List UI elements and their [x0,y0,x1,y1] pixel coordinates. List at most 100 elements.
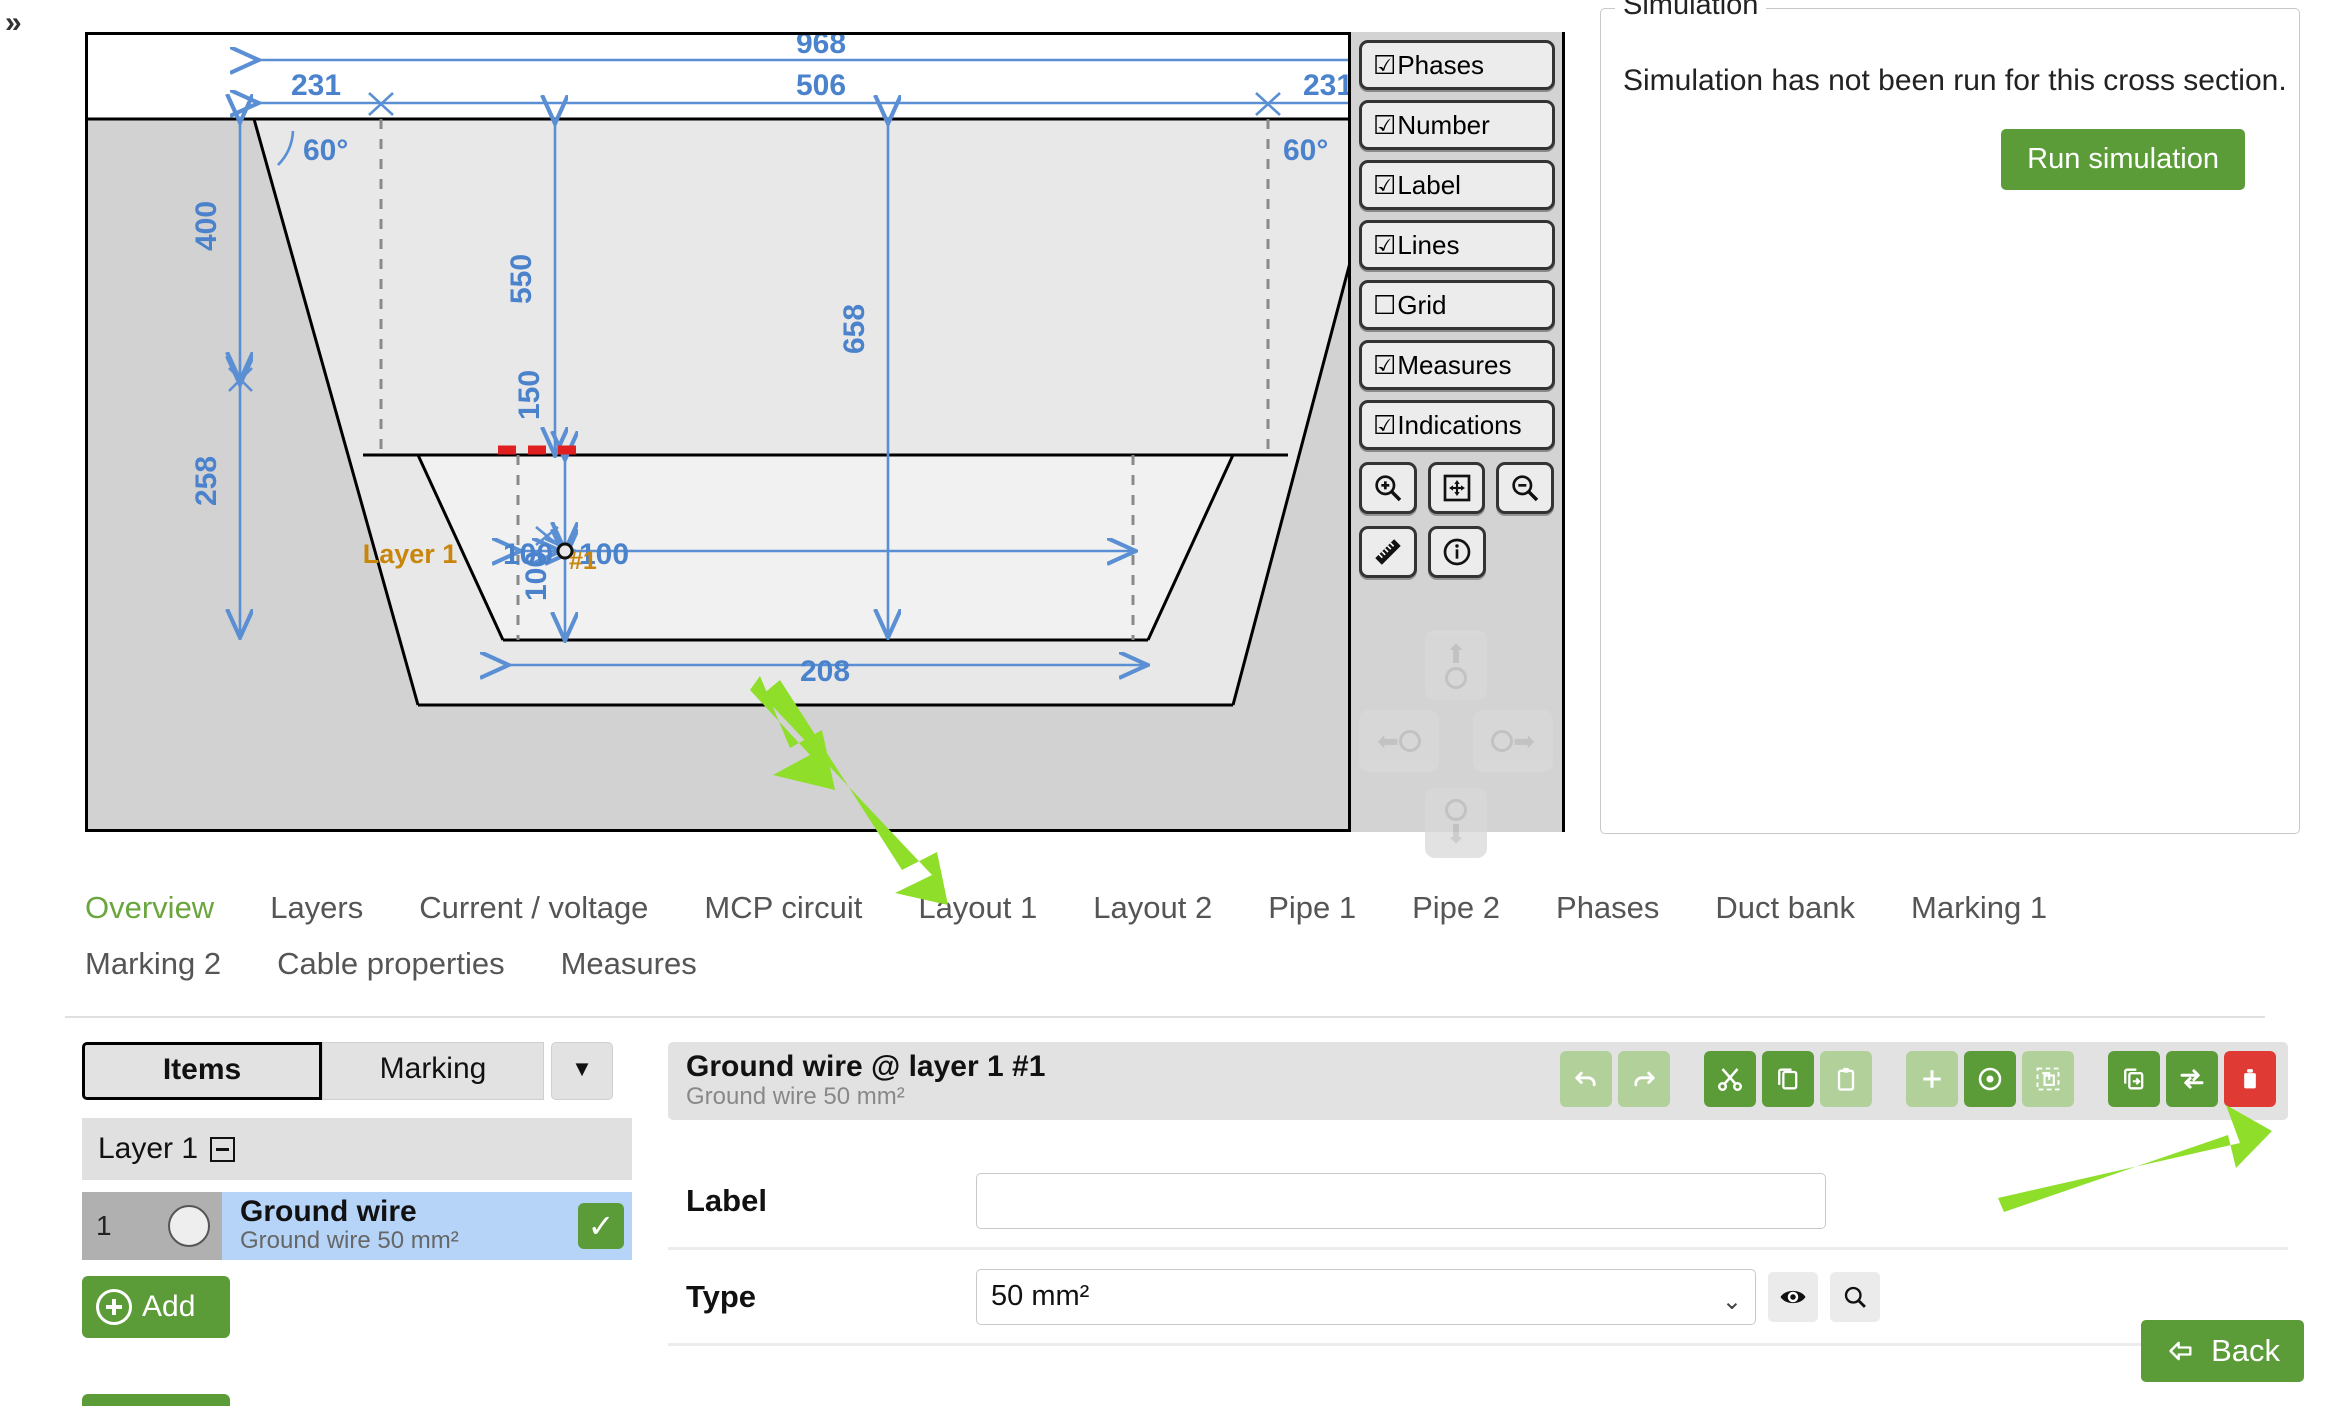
pan-right-icon: ➡ [1513,726,1535,756]
scissors-icon [1718,1068,1742,1091]
item-detail-panel: Ground wire @ layer 1 #1 Ground wire 50 … [668,1042,2288,1346]
items-dropdown-caret-icon[interactable]: ▼ [551,1042,613,1100]
plus-circle-icon [96,1289,132,1325]
tab-marking[interactable]: Marking [322,1042,544,1100]
delete-button[interactable] [2224,1051,2276,1107]
fit-selection-button[interactable] [2022,1051,2074,1107]
tab-phases[interactable]: Phases [1556,880,1659,936]
svg-text:968: 968 [796,35,846,60]
field-row-label: Label [668,1154,2288,1250]
checkbox-phases-icon: ☑ [1373,50,1397,80]
tab-mcp-circuit[interactable]: MCP circuit [704,880,862,936]
tab-row-2: Marking 2 Cable properties Measures [85,936,2235,992]
checkbox-lines-icon: ☑ [1373,230,1397,260]
ruler-button[interactable] [1359,526,1417,578]
center-button[interactable] [1964,1051,2016,1107]
tab-pipe-2[interactable]: Pipe 2 [1412,880,1500,936]
tab-divider [65,1016,2265,1018]
list-item[interactable]: 1 Ground wire Ground wire 50 mm² ✓ [82,1192,632,1260]
run-simulation-button[interactable]: Run simulation [2001,129,2245,190]
svg-text:60°: 60° [1283,134,1328,167]
item-shape-swatch [168,1205,210,1247]
pan-down-button[interactable]: ⬇ [1425,788,1487,858]
redo-button[interactable] [1618,1051,1670,1107]
back-button[interactable]: Back [2141,1320,2304,1382]
tab-marking-2[interactable]: Marking 2 [85,936,221,992]
copy-button[interactable] [1762,1051,1814,1107]
measure-tool-row [1359,526,1554,578]
item-index-cell: 1 [82,1192,222,1260]
eye-icon [1780,1290,1806,1303]
toggle-number[interactable]: ☑Number [1359,100,1555,150]
tab-overview[interactable]: Overview [85,880,214,936]
layer-group-label: Layer 1 [98,1132,199,1165]
item-detail-subtitle: Ground wire 50 mm² [686,1083,905,1111]
pan-down-icon: ⬇ [1445,819,1467,849]
tab-measures[interactable]: Measures [561,936,697,992]
toggle-label[interactable]: ☑Label [1359,160,1555,210]
add-item-button[interactable]: Add [82,1276,230,1338]
tab-duct-bank[interactable]: Duct bank [1715,880,1855,936]
toggle-indications[interactable]: ☑Indications [1359,400,1555,450]
duplicate-button[interactable] [2108,1051,2160,1107]
toggle-phases[interactable]: ☑Phases [1359,40,1555,90]
toggle-measures[interactable]: ☑Measures [1359,340,1555,390]
swap-button[interactable] [2166,1051,2218,1107]
tab-layers[interactable]: Layers [270,880,363,936]
tab-layout-2[interactable]: Layout 2 [1093,880,1212,936]
toggle-phases-label: Phases [1397,50,1485,80]
fit-to-screen-button[interactable] [1427,462,1486,514]
checkbox-grid-icon: ☐ [1373,290,1397,320]
undo-button[interactable] [1560,1051,1612,1107]
info-button[interactable] [1428,526,1486,578]
toggle-lines-label: Lines [1397,230,1460,260]
svg-text:208: 208 [800,655,850,688]
collapse-minus-icon[interactable] [210,1136,236,1162]
view-options-panel: ☑Phases ☑Number ☑Label ☑Lines ☐Grid ☑Mea… [1348,32,1562,858]
simulation-legend: Simulation [1615,0,1767,22]
pan-left-button[interactable]: ⬅ [1359,710,1439,772]
type-preview-button[interactable] [1768,1271,1818,1322]
pan-up-button[interactable]: ⬆ [1425,630,1487,700]
pan-up-icon: ⬆ [1445,639,1467,669]
tab-items[interactable]: Items [82,1042,322,1100]
toggle-lines[interactable]: ☑Lines [1359,220,1555,270]
tab-cable-properties[interactable]: Cable properties [277,936,504,992]
section-tab-bar: Overview Layers Current / voltage MCP ci… [85,880,2235,992]
pan-right-button[interactable]: ➡ [1473,710,1553,772]
tab-current-voltage[interactable]: Current / voltage [419,880,648,936]
partial-action-button[interactable] [82,1394,230,1406]
layer-group-header[interactable]: Layer 1 [82,1118,632,1180]
info-icon [1443,538,1471,566]
item-enabled-checkbox[interactable]: ✓ [578,1203,624,1249]
toggle-label-label: Label [1397,170,1461,200]
copy-icon [1778,1068,1798,1090]
tab-pipe-1[interactable]: Pipe 1 [1268,880,1356,936]
redo-icon [1634,1071,1655,1087]
zoom-in-button[interactable] [1359,462,1417,514]
fit-to-screen-icon [1443,474,1470,502]
cross-section-drawing[interactable]: 968 231 506 231 150 100 100 100 208 400 … [85,32,1565,832]
magnifier-icon [1844,1286,1866,1308]
cut-button[interactable] [1704,1051,1756,1107]
add-point-button[interactable] [1906,1051,1958,1107]
type-search-button[interactable] [1830,1271,1880,1322]
svg-text:#1: #1 [569,547,597,575]
label-input[interactable] [976,1172,1826,1229]
swap-arrows-icon [2180,1069,2204,1089]
tab-layout-1[interactable]: Layout 1 [918,880,1037,936]
zoom-out-button[interactable] [1496,462,1555,514]
pan-down-handle [1445,799,1467,821]
svg-text:400: 400 [190,201,223,251]
type-select[interactable] [976,1268,1756,1325]
pan-pad: ⬆ ⬅ ➡ ⬇ [1359,630,1559,860]
item-text: Ground wire Ground wire 50 mm² [222,1196,578,1256]
toggle-grid[interactable]: ☐Grid [1359,280,1555,330]
svg-text:60°: 60° [303,134,348,167]
chevron-double-right-icon[interactable]: » [5,8,22,38]
pan-right-handle [1491,730,1514,752]
svg-text:231: 231 [1303,69,1353,102]
tab-marking-1[interactable]: Marking 1 [1911,880,2047,936]
toggle-grid-label: Grid [1397,290,1447,320]
paste-button[interactable] [1820,1051,1872,1107]
